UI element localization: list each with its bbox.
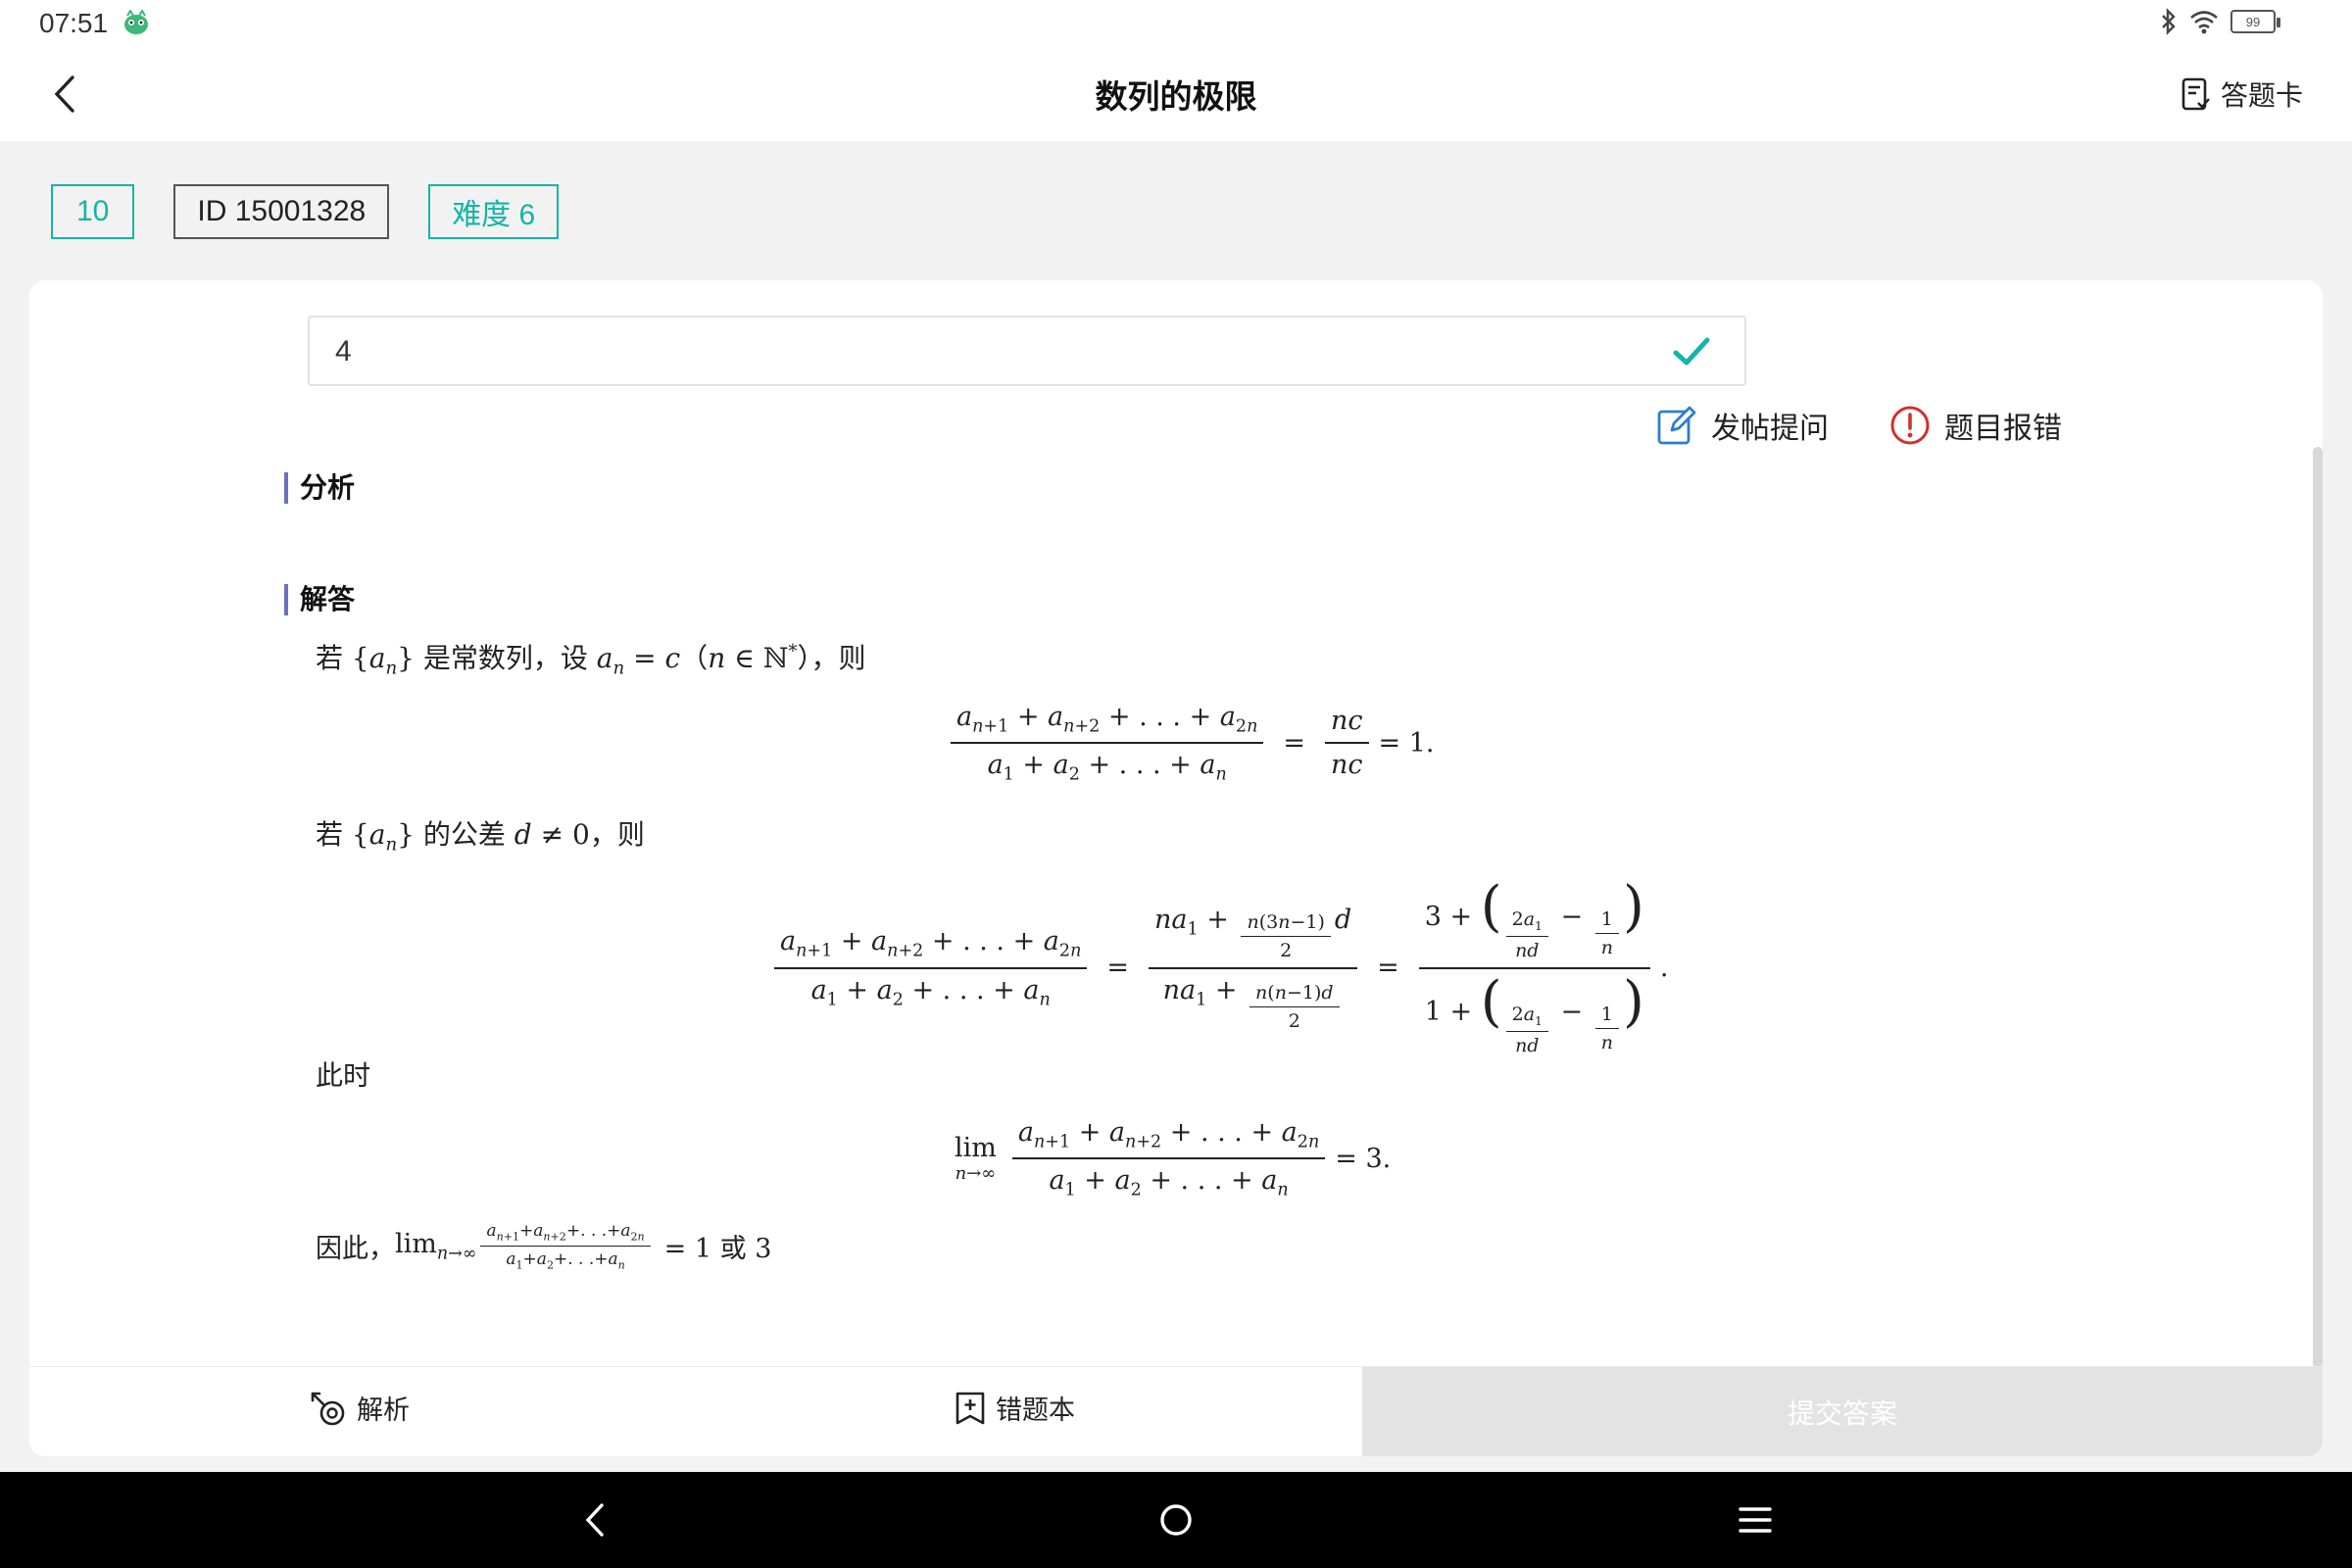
solution-line-2: 若 {an} 的公差 d ≠ 0，则 [316, 818, 645, 856]
question-id-tag: ID 15001328 [173, 184, 390, 239]
report-error-button[interactable]: 题目报错 [1889, 404, 2062, 447]
solution-line-3: 此时 [316, 1059, 371, 1092]
question-number-tag: 10 [51, 184, 135, 239]
status-icons: 99 [2160, 8, 2280, 35]
status-time: 07:51 [39, 8, 109, 38]
analysis-section-title: 分析 [284, 472, 355, 504]
answer-sheet-icon [2181, 77, 2210, 111]
report-error-label: 题目报错 [1944, 412, 2062, 446]
wrong-book-label: 错题本 [996, 1396, 1075, 1426]
nav-back-button[interactable] [570, 1495, 619, 1544]
nav-menu-button[interactable] [1731, 1495, 1780, 1544]
post-question-button[interactable]: 发帖提问 [1656, 404, 1829, 447]
edit-icon [1657, 406, 1696, 445]
bottom-action-bar: 解析 错题本 提交答案 [29, 1366, 2323, 1456]
bluetooth-icon [2162, 8, 2176, 35]
status-bar: 07:51 99 [0, 0, 2352, 47]
question-card: 4 发帖提问 题目报错 分析 解答 若 {an} 是常数列，设 an = c（n… [29, 280, 2323, 1456]
analysis-button[interactable]: 解析 [310, 1389, 410, 1427]
equation-2: an+1 + an+2 + . . . + a2n a1 + a2 + . . .… [764, 880, 1668, 1056]
submit-answer-button[interactable]: 提交答案 [1362, 1367, 2323, 1456]
wifi-icon [2190, 11, 2218, 34]
answer-card-button[interactable]: 答题卡 [2181, 74, 2303, 114]
solution-section-title: 解答 [284, 584, 355, 615]
content-scrollbar[interactable] [2313, 447, 2323, 1368]
nav-back-icon [585, 1503, 604, 1537]
post-question-label: 发帖提问 [1711, 412, 1829, 446]
battery-indicator: 99 [2230, 10, 2280, 33]
answer-card-label: 答题卡 [2220, 79, 2303, 112]
nav-home-icon [1160, 1504, 1192, 1536]
check-icon [1673, 337, 1710, 366]
answer-box: 4 [308, 316, 1746, 386]
nav-home-button[interactable] [1152, 1495, 1200, 1544]
page-title: 数列的极限 [1095, 77, 1257, 116]
equation-3: lim n→∞ an+1 + an+2 + . . . + a2n a1 + a2 … [955, 1117, 1392, 1200]
alert-icon [1890, 406, 1930, 445]
nav-menu-icon [1739, 1507, 1772, 1533]
equation-1: an+1 + an+2 + . . . + a2n a1 + a2 + . . .… [941, 702, 1434, 785]
action-row: 发帖提问 题目报错 [1656, 404, 2062, 447]
pointer-tap-icon [311, 1392, 345, 1425]
analysis-button-label: 解析 [357, 1396, 410, 1426]
answer-value: 4 [335, 335, 352, 368]
question-tags: 10 ID 15001328 难度 6 [51, 184, 560, 239]
title-bar: 数列的极限 答题卡 [0, 47, 2352, 141]
difficulty-tag: 难度 6 [428, 184, 560, 239]
system-navigation-bar [0, 1472, 2352, 1568]
app-notification-icon [124, 10, 148, 34]
solution-line-1: 若 {an} 是常数列，设 an = c（n ∈ ℕ*），则 [316, 641, 866, 679]
wrong-book-button[interactable]: 错题本 [955, 1389, 1075, 1427]
bookmark-add-icon [956, 1392, 985, 1424]
solution-line-4: 因此， limn→∞ an+1+an+2+. . .+a2n a1+a2+. . … [316, 1221, 772, 1272]
